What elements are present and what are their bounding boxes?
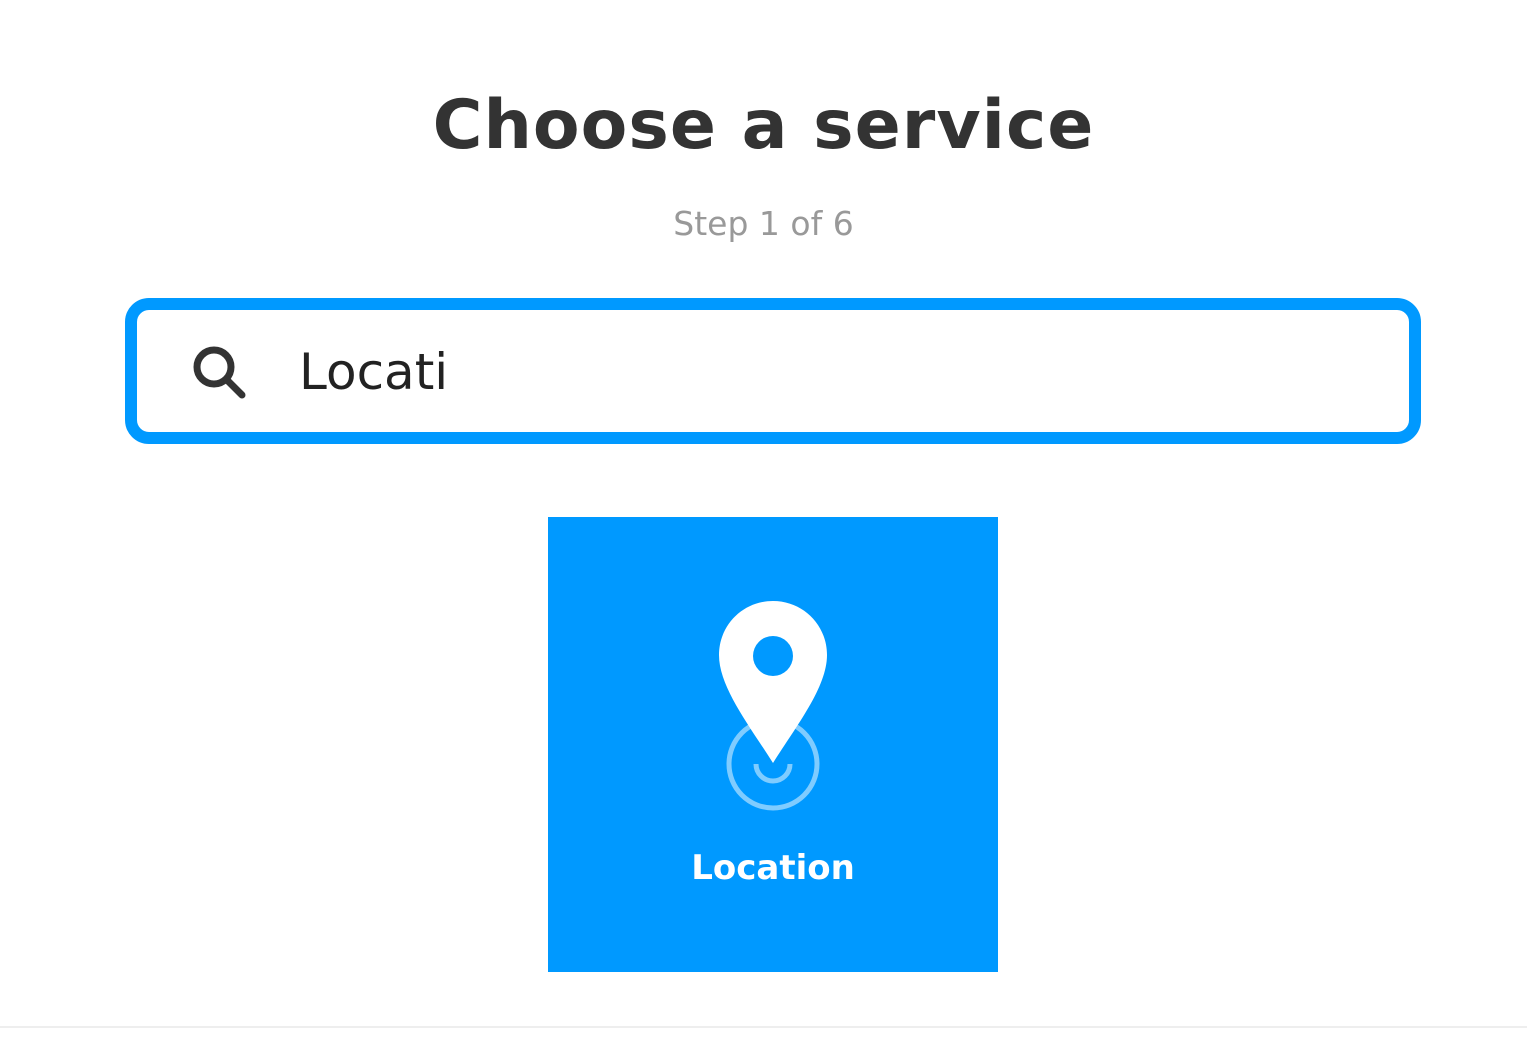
divider — [0, 1026, 1527, 1028]
search-box[interactable] — [125, 298, 1421, 444]
search-input[interactable] — [299, 332, 1379, 412]
service-picker-page: Choose a service Step 1 of 6 Location — [0, 0, 1527, 1063]
page-title: Choose a service — [432, 86, 1095, 165]
step-indicator: Step 1 of 6 — [673, 204, 854, 243]
search-icon — [190, 343, 250, 403]
service-tile-label: Location — [691, 848, 855, 888]
location-pin-icon — [713, 597, 833, 817]
service-tile-location[interactable]: Location — [548, 517, 998, 972]
